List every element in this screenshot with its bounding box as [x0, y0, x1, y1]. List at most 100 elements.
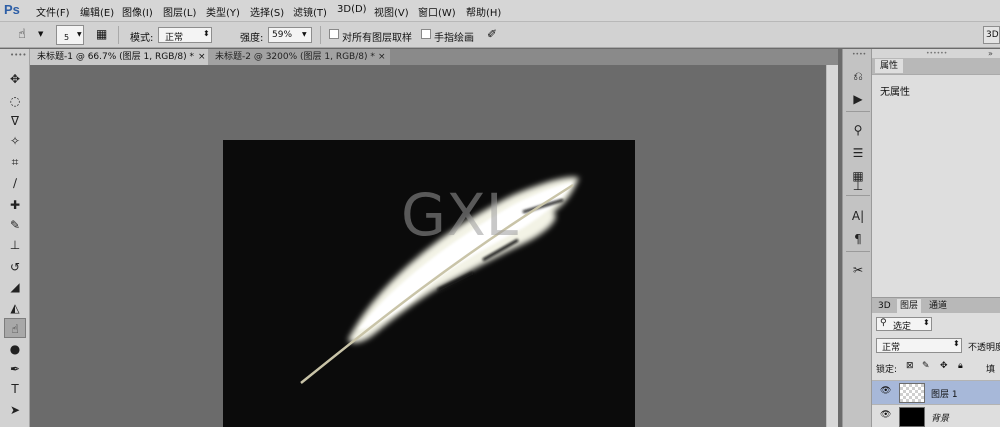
smudge-tool-preset-icon[interactable]: ☝	[18, 27, 26, 42]
menu-help[interactable]: 帮助(H)	[466, 4, 501, 19]
finger-painting-label: 手指绘画	[434, 33, 474, 44]
brush-panel-icon[interactable]: ⚲	[848, 121, 868, 139]
sample-all-layers-checkbox[interactable]	[329, 29, 339, 39]
search-icon: ⚲	[880, 318, 887, 328]
options-bar: ☝ ▼ 5 ▼ ▦ 模式: 正常 ⬍ 强度: 59% ▼ 对所有图层取样 手指绘…	[0, 22, 1000, 48]
paint-bucket-tool-icon[interactable]: ◭	[4, 298, 26, 318]
eyedropper-tool-icon[interactable]: ∕	[4, 173, 26, 193]
path-select-tool-icon[interactable]: ➤	[4, 400, 26, 420]
marquee-tool-icon[interactable]: ◌	[4, 91, 26, 111]
collapse-arrows-icon[interactable]: »	[988, 49, 993, 58]
actions-panel-icon[interactable]: ▶	[848, 90, 868, 108]
mode-label: 模式:	[130, 33, 154, 44]
document-tab-bar: 未标题-1 @ 66.7% (图层 1, RGB/8) * × 未标题-2 @ …	[30, 49, 838, 65]
menu-layer[interactable]: 图层(L)	[163, 4, 196, 19]
pen-tool-icon[interactable]: ✒	[4, 359, 26, 379]
history-panel-icon[interactable]: ⎌	[848, 67, 868, 85]
close-tab-icon[interactable]: ×	[198, 49, 206, 65]
stamp-tool-icon[interactable]: ⊥	[4, 235, 26, 255]
history-brush-tool-icon[interactable]: ↺	[4, 257, 26, 277]
menu-select[interactable]: 选择(S)	[250, 4, 284, 19]
photoshop-logo: Ps	[4, 2, 20, 17]
smudge-tool-icon[interactable]: ☝	[4, 318, 26, 338]
healing-brush-tool-icon[interactable]: ✚	[4, 195, 26, 215]
lock-position-icon[interactable]: ✥	[940, 361, 948, 371]
move-tool-icon[interactable]: ✥	[4, 69, 26, 89]
layers-panel: 3D 图层 通道 ⚲ 选定 ⬍ 正常 ⬍ 不透明度 锁定: ⊠ ✎ ✥ 🔒︎ 填…	[872, 297, 1000, 427]
chevron-down-icon: ▼	[302, 31, 307, 38]
layer-row-background[interactable]: 👁︎ 背景	[872, 404, 1000, 427]
layers-panel-header: 3D 图层 通道	[872, 298, 1000, 313]
mode-select[interactable]: 正常 ⬍	[158, 27, 212, 43]
close-tab-icon[interactable]: ×	[378, 49, 386, 65]
menu-bar: Ps 文件(F) 编辑(E) 图像(I) 图层(L) 类型(Y) 选择(S) 滤…	[0, 0, 1000, 22]
dock-divider	[846, 195, 870, 196]
document-canvas[interactable]: GXL	[223, 140, 635, 427]
tab-label: 未标题-2 @ 3200% (图层 1, RGB/8) *	[215, 52, 375, 62]
workspace-label: 3D	[986, 30, 999, 40]
brush-panel-toggle-icon[interactable]: ▦	[96, 27, 107, 41]
strength-input[interactable]: 59% ▼	[268, 27, 312, 43]
paragraph-panel-icon[interactable]: ¶	[848, 230, 868, 248]
layer-row-1[interactable]: 👁︎ 图层 1	[872, 380, 1000, 404]
layer-name[interactable]: 背景	[931, 411, 949, 424]
brush-tool-icon[interactable]: ✎	[4, 215, 26, 235]
tab-layers[interactable]: 图层	[897, 299, 922, 313]
adjustments-panel-icon[interactable]: ☰	[848, 144, 868, 162]
visibility-eye-icon[interactable]: 👁︎	[880, 386, 891, 396]
properties-body: 无属性	[872, 74, 1000, 297]
layer-thumbnail	[899, 383, 925, 403]
menu-view[interactable]: 视图(V)	[374, 4, 409, 19]
tab-channels[interactable]: 通道	[926, 299, 950, 313]
panel-grip-icon[interactable]: ••••	[852, 51, 866, 58]
menu-3d[interactable]: 3D(D)	[337, 4, 367, 15]
no-properties-text: 无属性	[880, 87, 910, 98]
lock-transparent-icon[interactable]: ⊠	[906, 361, 914, 371]
document-tab-1[interactable]: 未标题-1 @ 66.7% (图层 1, RGB/8) * ×	[30, 49, 208, 65]
tools-panel-icon[interactable]: ✂	[848, 261, 868, 279]
menu-filter[interactable]: 滤镜(T)	[293, 4, 327, 19]
tool-presets-panel-icon[interactable]: ⊥	[848, 177, 868, 195]
finger-painting-checkbox[interactable]	[421, 29, 431, 39]
visibility-eye-icon[interactable]: 👁︎	[880, 410, 891, 420]
menu-file[interactable]: 文件(F)	[36, 4, 70, 19]
panel-dock: •••• ⎌ ▶ ⚲ ☰ ▦ ⊥ A| ¶ ✂	[842, 49, 872, 427]
dock-divider	[846, 251, 870, 252]
layer-filter-value: 选定	[893, 322, 912, 332]
tab-3d[interactable]: 3D	[875, 299, 894, 313]
stepper-icon: ⬍	[923, 318, 930, 327]
type-tool-icon[interactable]: T	[4, 379, 26, 399]
menu-type[interactable]: 类型(Y)	[206, 4, 240, 19]
strength-value: 59%	[272, 30, 293, 40]
menu-image[interactable]: 图像(I)	[122, 4, 153, 19]
panel-grip-icon[interactable]: ••••••	[926, 50, 947, 57]
character-panel-icon[interactable]: A|	[848, 207, 868, 225]
chevron-down-icon[interactable]: ▼	[38, 30, 43, 38]
menu-edit[interactable]: 编辑(E)	[80, 4, 114, 19]
layer-thumbnail	[899, 407, 925, 427]
pressure-icon[interactable]: ✐	[487, 27, 497, 41]
sample-all-layers-label: 对所有图层取样	[342, 33, 412, 44]
panel-grip-icon[interactable]: ••••	[10, 51, 27, 59]
workspace-switcher[interactable]: 3D	[983, 26, 1000, 44]
brush-size-picker[interactable]: 5 ▼	[56, 25, 84, 45]
toolbox: •••• ✥ ◌ ᐁ ✧ ⌗ ∕ ✚ ✎ ⊥ ↺ ◢ ◭ ☝ ● ✒ T ➤	[0, 49, 30, 427]
feather-image: GXL	[300, 176, 579, 384]
tab-properties[interactable]: 属性	[875, 59, 904, 73]
lock-paint-icon[interactable]: ✎	[922, 361, 930, 371]
crop-tool-icon[interactable]: ⌗	[4, 152, 26, 172]
eraser-tool-icon[interactable]: ◢	[4, 277, 26, 297]
lock-all-icon[interactable]: 🔒︎	[958, 361, 963, 371]
layer-name[interactable]: 图层 1	[931, 387, 958, 400]
blend-mode-select[interactable]: 正常 ⬍	[876, 338, 962, 353]
document-tab-2[interactable]: 未标题-2 @ 3200% (图层 1, RGB/8) * ×	[208, 49, 390, 65]
layer-filter-select[interactable]: ⚲ 选定 ⬍	[876, 317, 932, 332]
tab-label: 未标题-1 @ 66.7% (图层 1, RGB/8) *	[37, 52, 194, 62]
menu-window[interactable]: 窗口(W)	[418, 4, 456, 19]
quick-select-tool-icon[interactable]: ✧	[4, 131, 26, 151]
vertical-scrollbar[interactable]	[826, 65, 838, 427]
blend-mode-value: 正常	[882, 343, 901, 353]
lasso-tool-icon[interactable]: ᐁ	[4, 111, 26, 131]
dodge-tool-icon[interactable]: ●	[4, 339, 26, 359]
brush-size-value: 5	[64, 33, 70, 42]
